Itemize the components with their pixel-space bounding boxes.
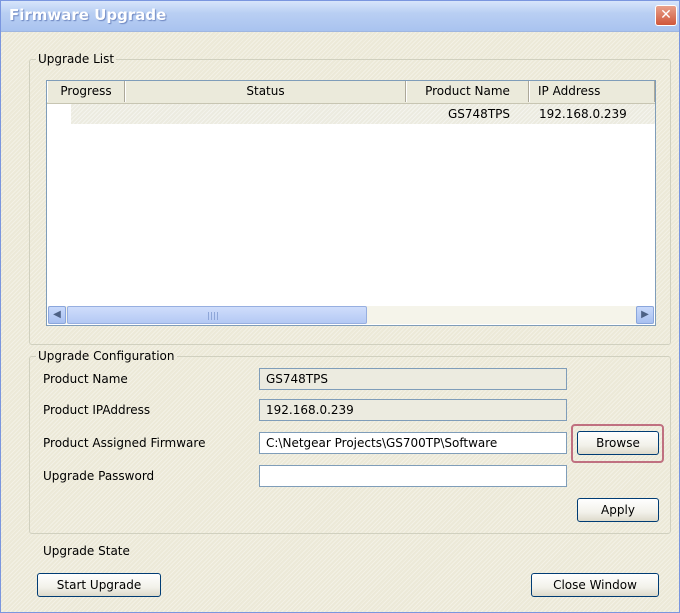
product-name-label: Product Name	[43, 372, 128, 386]
password-label: Upgrade Password	[43, 469, 155, 483]
scroll-left-icon[interactable]: ◀	[48, 306, 66, 324]
product-ip-field: 192.168.0.239	[259, 399, 567, 421]
column-progress[interactable]: Progress	[47, 81, 125, 102]
upgrade-list-legend: Upgrade List	[38, 52, 115, 66]
apply-button[interactable]: Apply	[577, 498, 659, 522]
row-ip-address: 192.168.0.239	[539, 107, 627, 121]
firmware-label: Product Assigned Firmware	[43, 436, 206, 450]
close-window-button[interactable]: Close Window	[531, 573, 659, 597]
scroll-right-icon[interactable]: ▶	[636, 306, 654, 324]
title-bar[interactable]: Firmware Upgrade ✕	[1, 1, 679, 32]
upgrade-configuration-legend: Upgrade Configuration	[38, 349, 175, 363]
horizontal-scrollbar[interactable]: ◀ ▶	[48, 306, 654, 324]
upgrade-state-label: Upgrade State	[43, 544, 130, 558]
column-product-name[interactable]: Product Name	[406, 81, 529, 102]
firmware-upgrade-window: Firmware Upgrade ✕ Upgrade List Progress…	[0, 0, 680, 613]
upgrade-password-input[interactable]	[259, 465, 567, 487]
window-title: Firmware Upgrade	[9, 6, 167, 24]
scrollbar-thumb[interactable]	[67, 306, 367, 324]
product-ip-label: Product IPAddress	[43, 403, 151, 417]
row-product-name: GS748TPS	[448, 107, 511, 121]
firmware-path-input[interactable]: C:\Netgear Projects\GS700TP\Software	[259, 432, 567, 454]
grip-icon	[208, 312, 218, 320]
table-header: Progress Status Product Name IP Address	[47, 81, 655, 104]
table-row[interactable]: GS748TPS 192.168.0.239	[71, 104, 655, 124]
row-status	[131, 104, 401, 124]
row-progress	[71, 104, 121, 124]
start-upgrade-button[interactable]: Start Upgrade	[37, 573, 161, 597]
product-name-field: GS748TPS	[259, 368, 567, 390]
browse-button[interactable]: Browse	[577, 431, 659, 455]
upgrade-list-table[interactable]: Progress Status Product Name IP Address …	[46, 80, 656, 326]
column-status[interactable]: Status	[125, 81, 406, 102]
close-icon[interactable]: ✕	[655, 5, 677, 26]
column-ip-address[interactable]: IP Address	[529, 81, 655, 102]
